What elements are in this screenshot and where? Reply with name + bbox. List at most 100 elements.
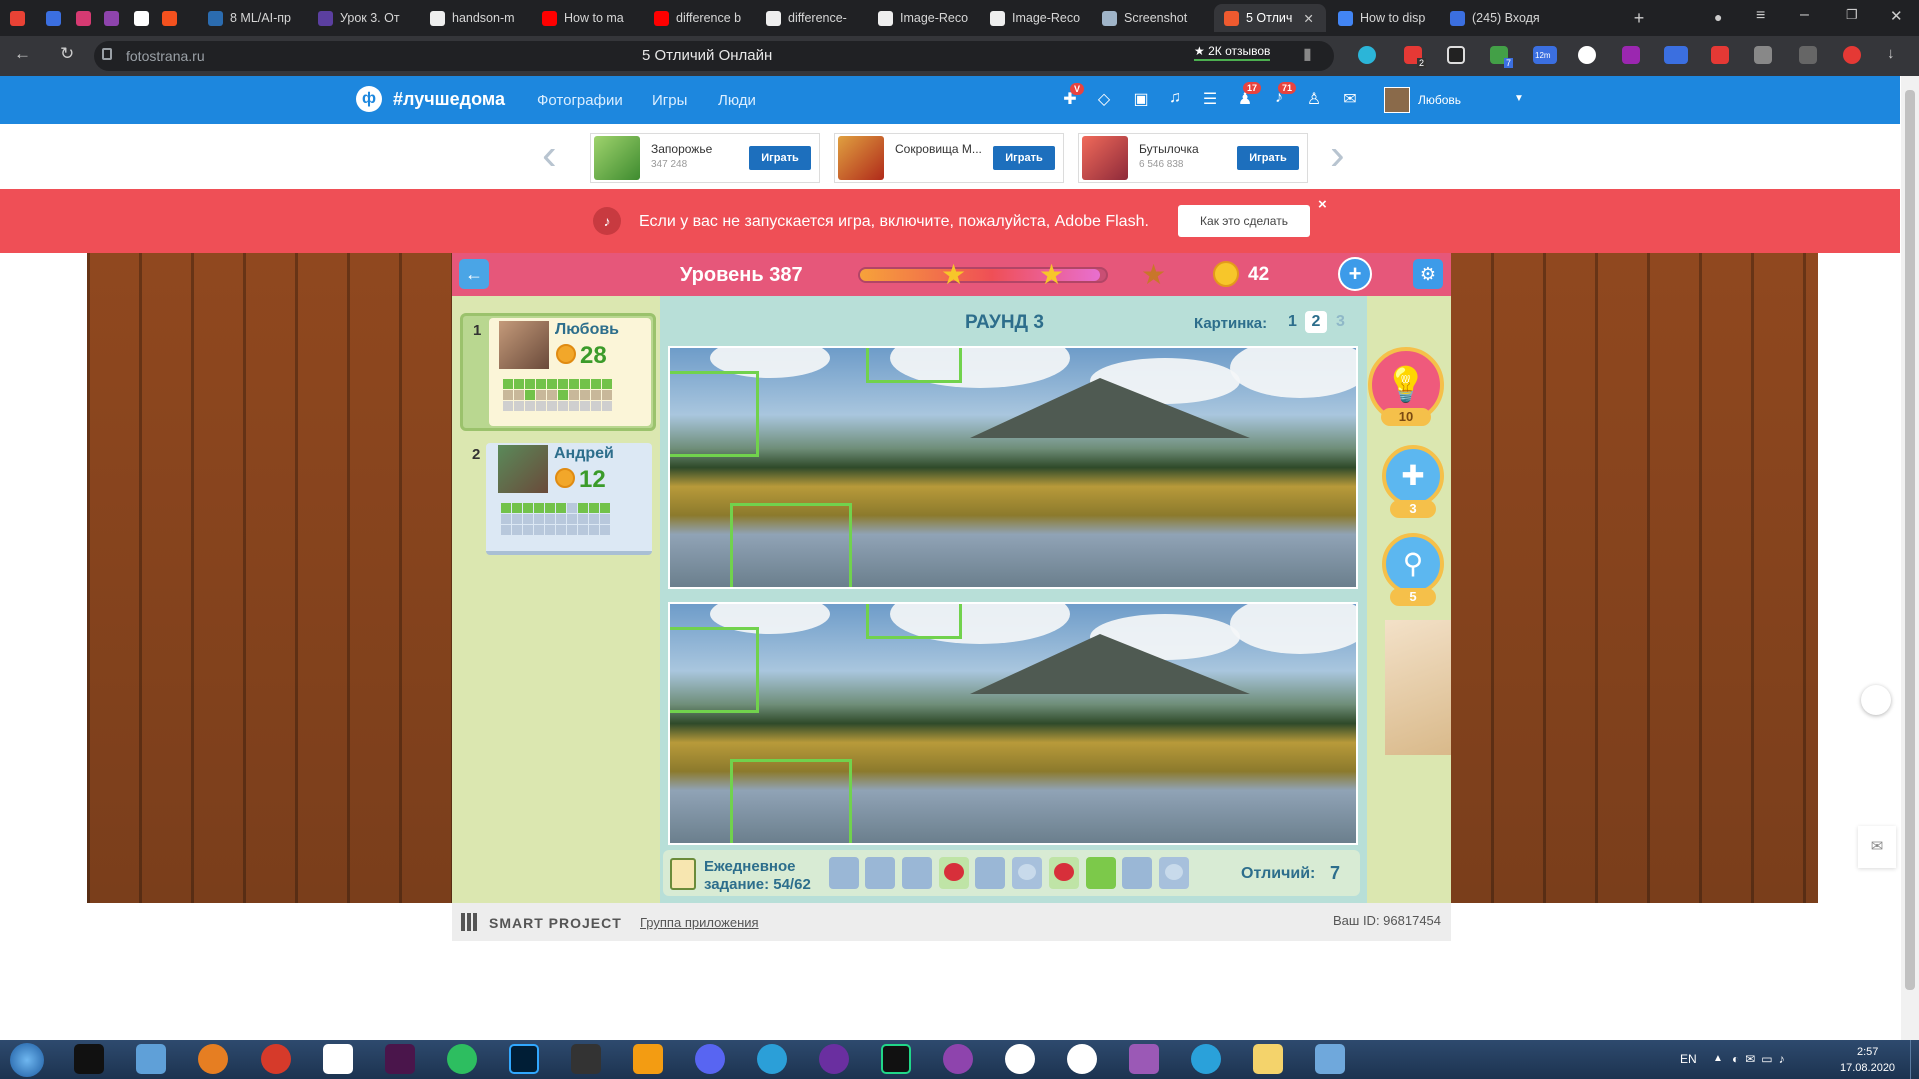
taskbar-tomato-icon[interactable] <box>261 1044 291 1074</box>
extension-gear-icon[interactable] <box>1358 46 1376 64</box>
browser-tab[interactable]: How to disp <box>1328 4 1438 32</box>
group-link[interactable]: Группа приложения <box>640 915 759 930</box>
browser-tab[interactable]: 8 ML/AI-пр <box>198 4 306 32</box>
extension-grey-icon[interactable] <box>1799 46 1817 64</box>
nav-people[interactable]: Люди <box>718 92 756 109</box>
close-notice-icon[interactable]: × <box>1318 196 1327 213</box>
game-card[interactable]: Бутылочка 6 546 838 Играть <box>1078 133 1308 183</box>
settings-gear-button[interactable]: ⚙ <box>1413 259 1443 289</box>
minimize-icon[interactable]: – <box>1800 6 1809 24</box>
language-indicator[interactable]: EN <box>1680 1052 1697 1066</box>
browser-tab[interactable]: Image-Reco <box>980 4 1090 32</box>
tray-icons[interactable]: ◐✉▭♪ <box>1732 1052 1791 1066</box>
game-card[interactable]: Сокровища М... Играть <box>834 133 1064 183</box>
browser-tab[interactable] <box>94 4 122 32</box>
message-widget-icon[interactable]: ✉ <box>1858 826 1896 868</box>
clock-date[interactable]: 17.08.2020 <box>1840 1062 1895 1074</box>
games-next-arrow-icon[interactable]: › <box>1330 133 1345 177</box>
smart-project-brand[interactable]: SMART PROJECT <box>489 915 622 931</box>
new-tab-button[interactable]: + <box>1628 7 1650 29</box>
flash-help-button[interactable]: Как это сделать <box>1178 205 1310 237</box>
original-image[interactable] <box>668 346 1358 589</box>
taskbar-photoshop-icon[interactable] <box>509 1044 539 1074</box>
browser-tab[interactable]: difference b <box>644 4 754 32</box>
close-window-icon[interactable]: ✕ <box>1890 7 1903 25</box>
taskbar-slack-icon[interactable] <box>385 1044 415 1074</box>
picture-1[interactable]: 1 <box>1288 313 1297 331</box>
taskbar-app-icon[interactable] <box>819 1044 849 1074</box>
user-menu-chevron-icon[interactable]: ▼ <box>1514 93 1524 104</box>
games-prev-arrow-icon[interactable]: ‹ <box>542 133 557 177</box>
taskbar-app-icon[interactable] <box>757 1044 787 1074</box>
taskbar-app-icon[interactable] <box>1129 1044 1159 1074</box>
clock-time[interactable]: 2:57 <box>1857 1046 1878 1058</box>
reload-icon[interactable]: ↻ <box>60 44 74 64</box>
taskbar-explorer-icon[interactable] <box>1253 1044 1283 1074</box>
extension-w-icon[interactable] <box>1578 46 1596 64</box>
picture-2[interactable]: 2 <box>1305 311 1327 333</box>
bandage-powerup-button[interactable]: ✚ <box>1382 445 1444 507</box>
video-icon[interactable]: ▣ <box>1130 89 1152 109</box>
nav-games[interactable]: Игры <box>652 92 687 109</box>
profile-icon[interactable]: ● <box>1714 9 1722 25</box>
taskbar-evernote-icon[interactable] <box>447 1044 477 1074</box>
taskbar-app-icon[interactable] <box>943 1044 973 1074</box>
extension-video-icon[interactable] <box>1711 46 1729 64</box>
extension-red-icon[interactable]: 2 <box>1404 46 1426 68</box>
taskbar-tasks-icon[interactable] <box>323 1044 353 1074</box>
maximize-icon[interactable]: ❐ <box>1846 7 1858 23</box>
taskbar-app-icon[interactable] <box>136 1044 166 1074</box>
taskbar-fl-icon[interactable] <box>633 1044 663 1074</box>
extension-new-icon[interactable] <box>1664 46 1688 64</box>
user-name[interactable]: Любовь <box>1418 93 1461 107</box>
taskbar-app-icon[interactable] <box>198 1044 228 1074</box>
browser-tab[interactable]: How to ma <box>532 4 642 32</box>
camera-icon[interactable] <box>1754 46 1772 64</box>
taskbar-app-icon[interactable] <box>1315 1044 1345 1074</box>
list-icon[interactable]: ☰ <box>1199 89 1221 109</box>
browser-tab[interactable] <box>124 4 150 32</box>
play-button[interactable]: Играть <box>993 146 1055 170</box>
mail-icon[interactable]: ✉ <box>1339 89 1361 109</box>
modified-image[interactable] <box>668 602 1358 845</box>
taskbar-video-icon[interactable] <box>571 1044 601 1074</box>
taskbar-yandex-browser-icon[interactable] <box>1067 1044 1097 1074</box>
site-logo-text[interactable]: #лучшедома <box>393 89 505 110</box>
browser-tab[interactable]: Screenshot <box>1092 4 1212 32</box>
extension-puzzle-icon[interactable] <box>1843 46 1861 64</box>
picture-3[interactable]: 3 <box>1336 313 1345 331</box>
close-tab-icon[interactable]: ✕ <box>1303 11 1313 26</box>
play-button[interactable]: Играть <box>1237 146 1299 170</box>
tray-up-arrow-icon[interactable]: ▲ <box>1713 1053 1723 1064</box>
extension-purple-icon[interactable] <box>1622 46 1640 64</box>
bookmark-icon[interactable]: ▮ <box>1303 44 1312 64</box>
extension-dark-icon[interactable] <box>1447 46 1465 64</box>
browser-tab[interactable] <box>66 4 92 32</box>
play-button[interactable]: Играть <box>749 146 811 170</box>
back-icon[interactable]: ← <box>14 44 31 64</box>
user-avatar[interactable] <box>1384 87 1410 113</box>
browser-tab[interactable]: 5 Отлич ✕ <box>1214 4 1326 32</box>
people-icon[interactable]: ♙ <box>1303 89 1325 109</box>
add-coins-button[interactable]: + <box>1338 257 1372 291</box>
start-button[interactable] <box>10 1043 44 1077</box>
browser-tab[interactable]: Image-Reco <box>868 4 978 32</box>
clickup-widget-icon[interactable] <box>1861 685 1891 715</box>
back-arrow-button[interactable]: ← <box>459 259 489 289</box>
browser-tab[interactable]: difference- <box>756 4 866 32</box>
reviews-badge[interactable]: ★ 2К отзывов <box>1194 44 1271 61</box>
extension-timer-icon[interactable]: 12m <box>1533 46 1557 64</box>
download-icon[interactable]: ↓ <box>1887 45 1895 62</box>
diamond-icon[interactable]: ◇ <box>1093 89 1115 109</box>
browser-tab[interactable]: 17 <box>36 4 64 32</box>
browser-tab[interactable] <box>152 4 196 32</box>
taskbar-pycharm-icon[interactable] <box>881 1044 911 1074</box>
magnifier-powerup-button[interactable]: ⚲ <box>1382 533 1444 595</box>
game-card[interactable]: Запорожье 347 248 Играть <box>590 133 820 183</box>
extension-green-icon[interactable]: 7 <box>1490 46 1513 68</box>
taskbar-telegram-icon[interactable] <box>1191 1044 1221 1074</box>
taskbar-cmd-icon[interactable] <box>74 1044 104 1074</box>
browser-tab[interactable]: Урок 3. От <box>308 4 418 32</box>
music-icon[interactable]: ♫ <box>1164 89 1186 107</box>
show-desktop-button[interactable] <box>1910 1040 1919 1079</box>
